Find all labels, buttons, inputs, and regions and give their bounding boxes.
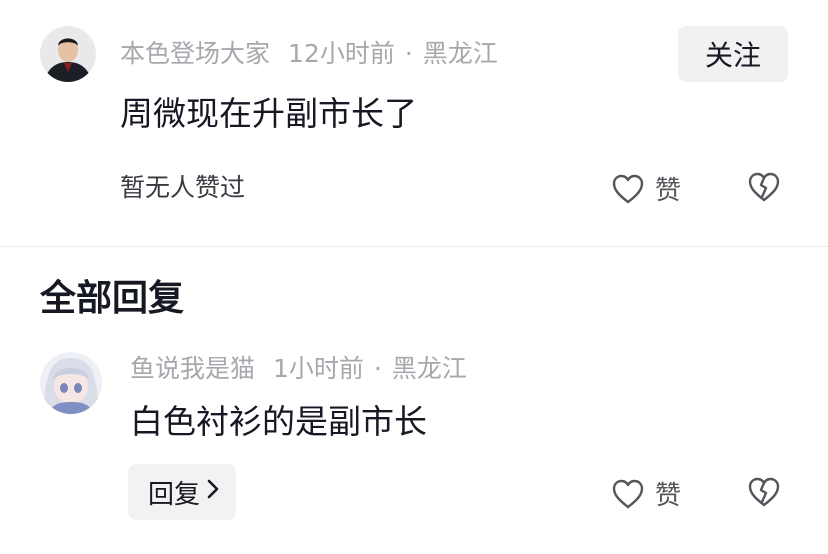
main-comment-like-button[interactable]: 赞	[611, 170, 681, 207]
broken-heart-icon	[747, 477, 781, 512]
reply-location: 黑龙江	[391, 354, 467, 383]
section-divider	[0, 246, 828, 247]
chevron-right-icon	[206, 477, 220, 507]
replies-section-title: 全部回复	[40, 278, 185, 319]
main-comment-time: 12小时前	[288, 39, 395, 68]
reply-avatar[interactable]	[40, 352, 102, 414]
heart-outline-icon	[611, 478, 645, 510]
follow-button-label: 关注	[704, 39, 761, 72]
reply-like-button[interactable]: 赞	[611, 475, 681, 512]
reply-meta: 鱼说我是猫 1小时前 · 黑龙江	[130, 354, 467, 384]
reply-button-label: 回复	[148, 479, 201, 510]
meta-separator: ·	[404, 39, 413, 68]
main-comment-location: 黑龙江	[422, 39, 498, 68]
reply-time: 1小时前	[273, 354, 364, 383]
reply-button[interactable]: 回复	[128, 464, 237, 520]
reply-username[interactable]: 鱼说我是猫	[130, 354, 255, 383]
main-comment-username[interactable]: 本色登场大家	[120, 39, 270, 68]
meta-separator: ·	[373, 354, 382, 383]
main-comment-meta: 本色登场大家 12小时前 · 黑龙江	[120, 39, 498, 69]
main-comment-dislike-button[interactable]	[747, 171, 781, 207]
main-comment-likers[interactable]: 暂无人赞过	[120, 173, 245, 203]
main-comment-avatar[interactable]	[40, 26, 96, 82]
follow-button[interactable]: 关注	[678, 26, 788, 82]
broken-heart-icon	[747, 172, 781, 207]
reply-text: 白色衬衫的是副市长	[130, 402, 427, 441]
like-label: 赞	[655, 176, 682, 206]
heart-outline-icon	[611, 173, 645, 205]
like-label: 赞	[655, 481, 682, 511]
main-comment-text: 周微现在升副市长了	[120, 94, 417, 133]
reply-dislike-button[interactable]	[747, 476, 781, 512]
